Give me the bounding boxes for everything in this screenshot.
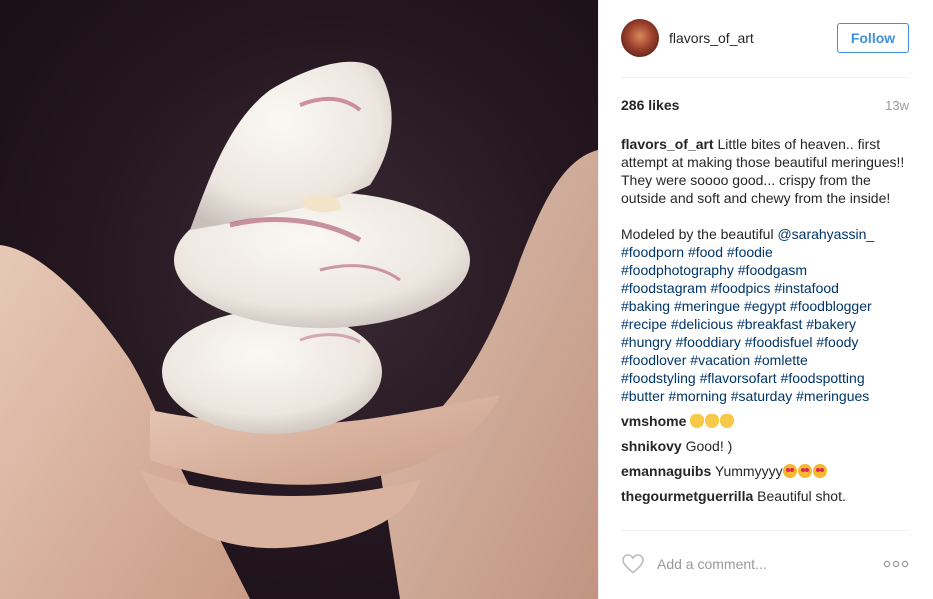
post-age[interactable]: 13w	[885, 98, 909, 113]
hashtag-link[interactable]: #foodlover	[621, 352, 686, 368]
caption: flavors_of_art Little bites of heaven.. …	[621, 135, 909, 207]
hashtag-link[interactable]: #omlette	[754, 352, 808, 368]
hashtag-link[interactable]: #foodphotography	[621, 262, 734, 278]
hashtag-link[interactable]: #bakery	[806, 316, 856, 332]
clapping-hands-icon	[705, 414, 720, 428]
comments-section: flavors_of_art Little bites of heaven.. …	[621, 135, 909, 505]
comment-username[interactable]: thegourmetguerrilla	[621, 488, 753, 504]
hashtag-link[interactable]: #morning	[668, 388, 726, 404]
hashtag-link[interactable]: #foodisfuel	[745, 334, 813, 350]
hashtag-link[interactable]: #foodstagram	[621, 280, 707, 296]
hashtag-link[interactable]: #foodstyling	[621, 370, 696, 386]
hashtag-line: #hungry #fooddiary #foodisfuel #foody	[621, 333, 909, 351]
instagram-post: flavors_of_art Follow 286 likes 13w flav…	[0, 0, 933, 599]
ellipsis-icon[interactable]	[883, 559, 909, 569]
post-header: flavors_of_art Follow	[621, 18, 909, 58]
comment-list: vmshome shnikovy Good! ) emannaguibs Yumm…	[621, 412, 909, 505]
hashtag-link[interactable]: #foodie	[727, 244, 773, 260]
mention-link[interactable]: @sarahyassin_	[777, 226, 874, 242]
hashtag-link[interactable]: #baking	[621, 298, 670, 314]
hashtag-line: #foodlover #vacation #omlette	[621, 351, 909, 369]
caption-username[interactable]: flavors_of_art	[621, 136, 714, 152]
hashtag-line: #foodphotography #foodgasm	[621, 261, 909, 279]
comment-item: emannaguibs Yummyyyy	[621, 462, 909, 480]
post-photo[interactable]	[0, 0, 598, 599]
clapping-hands-icon	[720, 414, 735, 428]
add-comment-input[interactable]	[655, 555, 883, 573]
modeled-by-text: Modeled by the beautiful	[621, 226, 774, 242]
hashtag-link[interactable]: #meringues	[796, 388, 869, 404]
hashtag-link[interactable]: #butter	[621, 388, 665, 404]
hashtag-link[interactable]: #recipe	[621, 316, 667, 332]
hashtag-link[interactable]: #fooddiary	[675, 334, 740, 350]
comment-bar	[621, 548, 909, 580]
hashtag-link[interactable]: #foodpics	[711, 280, 771, 296]
comment-text: Good! )	[685, 438, 733, 454]
meringue-hands-image	[0, 61, 598, 599]
hashtag-link[interactable]: #vacation	[690, 352, 750, 368]
post-sidebar: flavors_of_art Follow 286 likes 13w flav…	[598, 0, 933, 599]
hashtag-link[interactable]: #meringue	[674, 298, 740, 314]
follow-button[interactable]: Follow	[837, 23, 909, 53]
comment-item: thegourmetguerrilla Beautiful shot.	[621, 487, 909, 505]
header-divider	[621, 77, 909, 78]
comment-username[interactable]: shnikovy	[621, 438, 682, 454]
user-avatar[interactable]	[621, 19, 659, 57]
hashtag-link[interactable]: #foody	[816, 334, 858, 350]
heart-eyes-icon	[797, 464, 812, 478]
hashtag-line: #recipe #delicious #breakfast #bakery	[621, 315, 909, 333]
heart-outline-icon[interactable]	[621, 552, 645, 576]
hashtag-line: #foodstyling #flavorsofart #foodspotting	[621, 369, 909, 387]
clapping-hands-icon	[690, 414, 705, 428]
comment-text: Yummyyyy	[714, 463, 783, 479]
comment-item: shnikovy Good! )	[621, 437, 909, 455]
likes-row: 286 likes 13w	[621, 97, 909, 113]
hashtag-line: #foodstagram #foodpics #instafood	[621, 279, 909, 297]
hashtag-link[interactable]: #foodporn	[621, 244, 684, 260]
comment-text: Beautiful shot.	[757, 488, 846, 504]
comment-item: vmshome	[621, 412, 909, 430]
hashtag-link[interactable]: #saturday	[731, 388, 792, 404]
hashtag-link[interactable]: #foodgasm	[738, 262, 807, 278]
hashtag-link[interactable]: #flavorsofart	[700, 370, 777, 386]
hashtag-list: #foodporn #food #foodie #foodphotography …	[621, 243, 909, 405]
hashtag-link[interactable]: #foodspotting	[781, 370, 865, 386]
hashtag-link[interactable]: #foodblogger	[790, 298, 872, 314]
hashtag-line: #foodporn #food #foodie	[621, 243, 909, 261]
header-username[interactable]: flavors_of_art	[669, 30, 754, 46]
hashtag-link[interactable]: #food	[688, 244, 723, 260]
hashtag-line: #butter #morning #saturday #meringues	[621, 387, 909, 405]
heart-eyes-icon	[812, 464, 827, 478]
hashtag-link[interactable]: #instafood	[774, 280, 839, 296]
hashtag-link[interactable]: #breakfast	[737, 316, 802, 332]
comment-username[interactable]: emannaguibs	[621, 463, 711, 479]
caption-credits: Modeled by the beautiful @sarahyassin_	[621, 225, 909, 243]
heart-eyes-icon	[782, 464, 797, 478]
hashtag-link[interactable]: #egypt	[744, 298, 786, 314]
likes-count[interactable]: 286 likes	[621, 97, 679, 113]
hashtag-link[interactable]: #hungry	[621, 334, 672, 350]
comments-divider	[621, 530, 909, 531]
hashtag-link[interactable]: #delicious	[671, 316, 733, 332]
hashtag-line: #baking #meringue #egypt #foodblogger	[621, 297, 909, 315]
comment-username[interactable]: vmshome	[621, 413, 686, 429]
